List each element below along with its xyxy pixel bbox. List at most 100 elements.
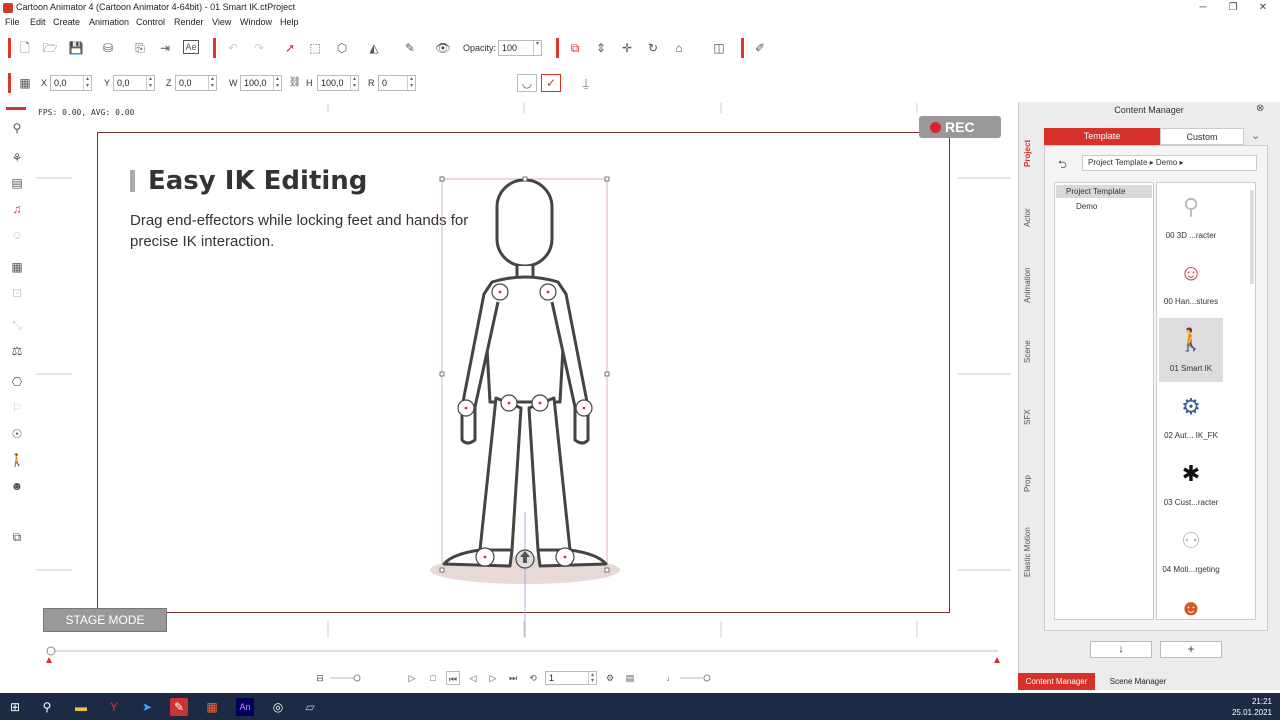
- thumbnail-item[interactable]: ⚙ 02 Aut... IK_FK: [1159, 385, 1223, 449]
- tab-actor[interactable]: Actor: [1023, 203, 1037, 233]
- thumbnail-item[interactable]: ☺ 00 Han...stures: [1159, 251, 1223, 315]
- face-key-tool-icon[interactable]: ☻: [9, 478, 25, 494]
- ik-character[interactable]: [420, 172, 640, 642]
- spin-icon[interactable]: ▴ ▾: [208, 76, 216, 90]
- add-button[interactable]: +: [1160, 641, 1222, 658]
- chevron-down-icon[interactable]: ▾: [533, 41, 541, 55]
- mask-tool-icon[interactable]: ⊡: [9, 285, 25, 301]
- close-window-button[interactable]: ✕: [1248, 0, 1278, 16]
- timeline-bar[interactable]: [36, 643, 1014, 693]
- layer-tool-icon[interactable]: ▤: [9, 175, 25, 191]
- link-icon[interactable]: ⛓: [287, 75, 303, 91]
- thumbnail-item[interactable]: ☻: [1159, 586, 1223, 619]
- zoom-out-icon[interactable]: ⊟: [313, 671, 327, 685]
- ease-icon[interactable]: ◡: [517, 74, 537, 92]
- menu-render[interactable]: Render: [174, 17, 204, 27]
- recorder-icon[interactable]: ◎: [269, 698, 287, 716]
- thumbnail-item[interactable]: ⚲ 00 3D ...racter: [1159, 185, 1223, 249]
- move-vertical-icon[interactable]: ⇕: [593, 40, 609, 56]
- tree-item-demo[interactable]: Demo: [1076, 202, 1097, 211]
- spin-icon[interactable]: ▴ ▾: [350, 76, 358, 90]
- morph-tool-icon[interactable]: ⚖: [9, 343, 25, 359]
- volume-icon[interactable]: ♩: [664, 671, 678, 685]
- windows-start-icon[interactable]: ⊞: [6, 698, 24, 716]
- notes-icon[interactable]: ▱: [301, 698, 319, 716]
- tab-template[interactable]: Template: [1044, 128, 1160, 145]
- motion-tool-icon[interactable]: ⚐: [9, 400, 25, 416]
- thumbnail-item[interactable]: ✱ 03 Cust...racter: [1159, 452, 1223, 516]
- files-icon[interactable]: ▦: [203, 698, 221, 716]
- tab-animation[interactable]: Animation: [1023, 262, 1037, 308]
- stage-mode-button[interactable]: STAGE MODE: [43, 608, 167, 632]
- transform-icon[interactable]: ⬚: [307, 40, 323, 56]
- spring-tool-icon[interactable]: ⎔: [9, 374, 25, 390]
- menu-window[interactable]: Window: [240, 17, 272, 27]
- thumbnail-item[interactable]: 🚶 01 Smart IK: [1159, 318, 1223, 382]
- home-icon[interactable]: ⌂: [671, 40, 687, 56]
- r-field[interactable]: 0 ▴ ▾: [378, 75, 416, 91]
- timeline-icon[interactable]: ▤: [623, 671, 637, 685]
- rotate-icon[interactable]: ↻: [645, 40, 661, 56]
- tab-elastic-motion[interactable]: Elastic Motion: [1023, 520, 1037, 584]
- menu-edit[interactable]: Edit: [30, 17, 46, 27]
- edit-icon[interactable]: ✐: [752, 40, 768, 56]
- new-file-icon[interactable]: 🗋: [17, 40, 33, 56]
- chevron-down-icon[interactable]: ⌄: [1251, 129, 1260, 142]
- audio-tool-icon[interactable]: ♫: [9, 201, 25, 217]
- redo-icon[interactable]: ↷: [251, 40, 267, 56]
- last-frame-icon[interactable]: ⏭: [506, 671, 520, 685]
- spin-icon[interactable]: ▴ ▾: [588, 672, 596, 684]
- menu-view[interactable]: View: [212, 17, 231, 27]
- cartoon-animator-taskbar-icon[interactable]: ✎: [170, 698, 188, 716]
- previous-frame-icon[interactable]: ◁: [466, 671, 480, 685]
- tab-content-manager[interactable]: Content Manager: [1018, 673, 1095, 690]
- pen-icon[interactable]: ✎: [402, 40, 418, 56]
- volume-slider[interactable]: [680, 672, 715, 684]
- menu-file[interactable]: File: [5, 17, 20, 27]
- system-clock[interactable]: 21:21 25.01.2021: [1232, 696, 1272, 718]
- minimize-button[interactable]: ─: [1188, 0, 1218, 16]
- tab-project[interactable]: Project: [1023, 135, 1037, 171]
- spin-icon[interactable]: ▴ ▾: [407, 76, 415, 90]
- zoom-slider[interactable]: [330, 672, 365, 684]
- w-field[interactable]: 100,0 ▴ ▾: [240, 75, 282, 91]
- spin-icon[interactable]: ▴ ▾: [273, 76, 281, 90]
- export-icon[interactable]: ⇥: [157, 40, 173, 56]
- frame-field[interactable]: 1 ▴ ▾: [545, 671, 597, 685]
- ik-lock-icon[interactable]: ✓: [541, 74, 561, 92]
- back-icon[interactable]: ⮌: [1058, 156, 1067, 175]
- search-icon[interactable]: ⚲: [38, 698, 56, 716]
- flip-icon[interactable]: ◭: [366, 40, 382, 56]
- animate-icon[interactable]: An: [236, 698, 254, 716]
- import-icon[interactable]: ⎘: [132, 40, 148, 56]
- select-arrow-icon[interactable]: ➚: [282, 40, 298, 56]
- browser-icon[interactable]: Y: [105, 698, 123, 716]
- tree-item-project-template[interactable]: Project Template: [1056, 185, 1152, 198]
- file-explorer-icon[interactable]: ▬: [72, 698, 90, 716]
- apply-button[interactable]: ↓: [1090, 641, 1152, 658]
- spin-icon[interactable]: ▴ ▾: [83, 76, 91, 90]
- undo-icon[interactable]: ↶: [225, 40, 241, 56]
- next-frame-icon[interactable]: ▷: [486, 671, 500, 685]
- menu-help[interactable]: Help: [280, 17, 299, 27]
- menu-control[interactable]: Control: [136, 17, 165, 27]
- eye-icon[interactable]: 👁: [435, 40, 451, 56]
- first-frame-icon[interactable]: ⏮: [446, 671, 460, 685]
- bone-tool-icon[interactable]: ⚲: [9, 120, 25, 136]
- split-view-icon[interactable]: ◫: [711, 40, 727, 56]
- play-icon[interactable]: ▷: [405, 671, 419, 685]
- menu-create[interactable]: Create: [53, 17, 80, 27]
- actor-tool-icon[interactable]: ⚘: [9, 150, 25, 166]
- record-button[interactable]: REC: [919, 116, 1001, 138]
- keyboard-tool-icon[interactable]: ▦: [9, 259, 25, 275]
- tab-scene-manager[interactable]: Scene Manager: [1098, 673, 1178, 690]
- settings-icon[interactable]: ⚙: [603, 671, 617, 685]
- pin-icon[interactable]: ⍊: [578, 75, 594, 91]
- tab-prop[interactable]: Prop: [1023, 472, 1037, 496]
- move-icon[interactable]: ✛: [619, 40, 635, 56]
- camera-record-icon[interactable]: ⧉: [567, 40, 583, 56]
- opacity-field[interactable]: 100 ▾: [498, 40, 542, 56]
- after-effects-icon[interactable]: Ae: [183, 40, 199, 54]
- basket-icon[interactable]: ⛁: [100, 40, 116, 56]
- scale-tool-icon[interactable]: ⤡: [9, 317, 25, 333]
